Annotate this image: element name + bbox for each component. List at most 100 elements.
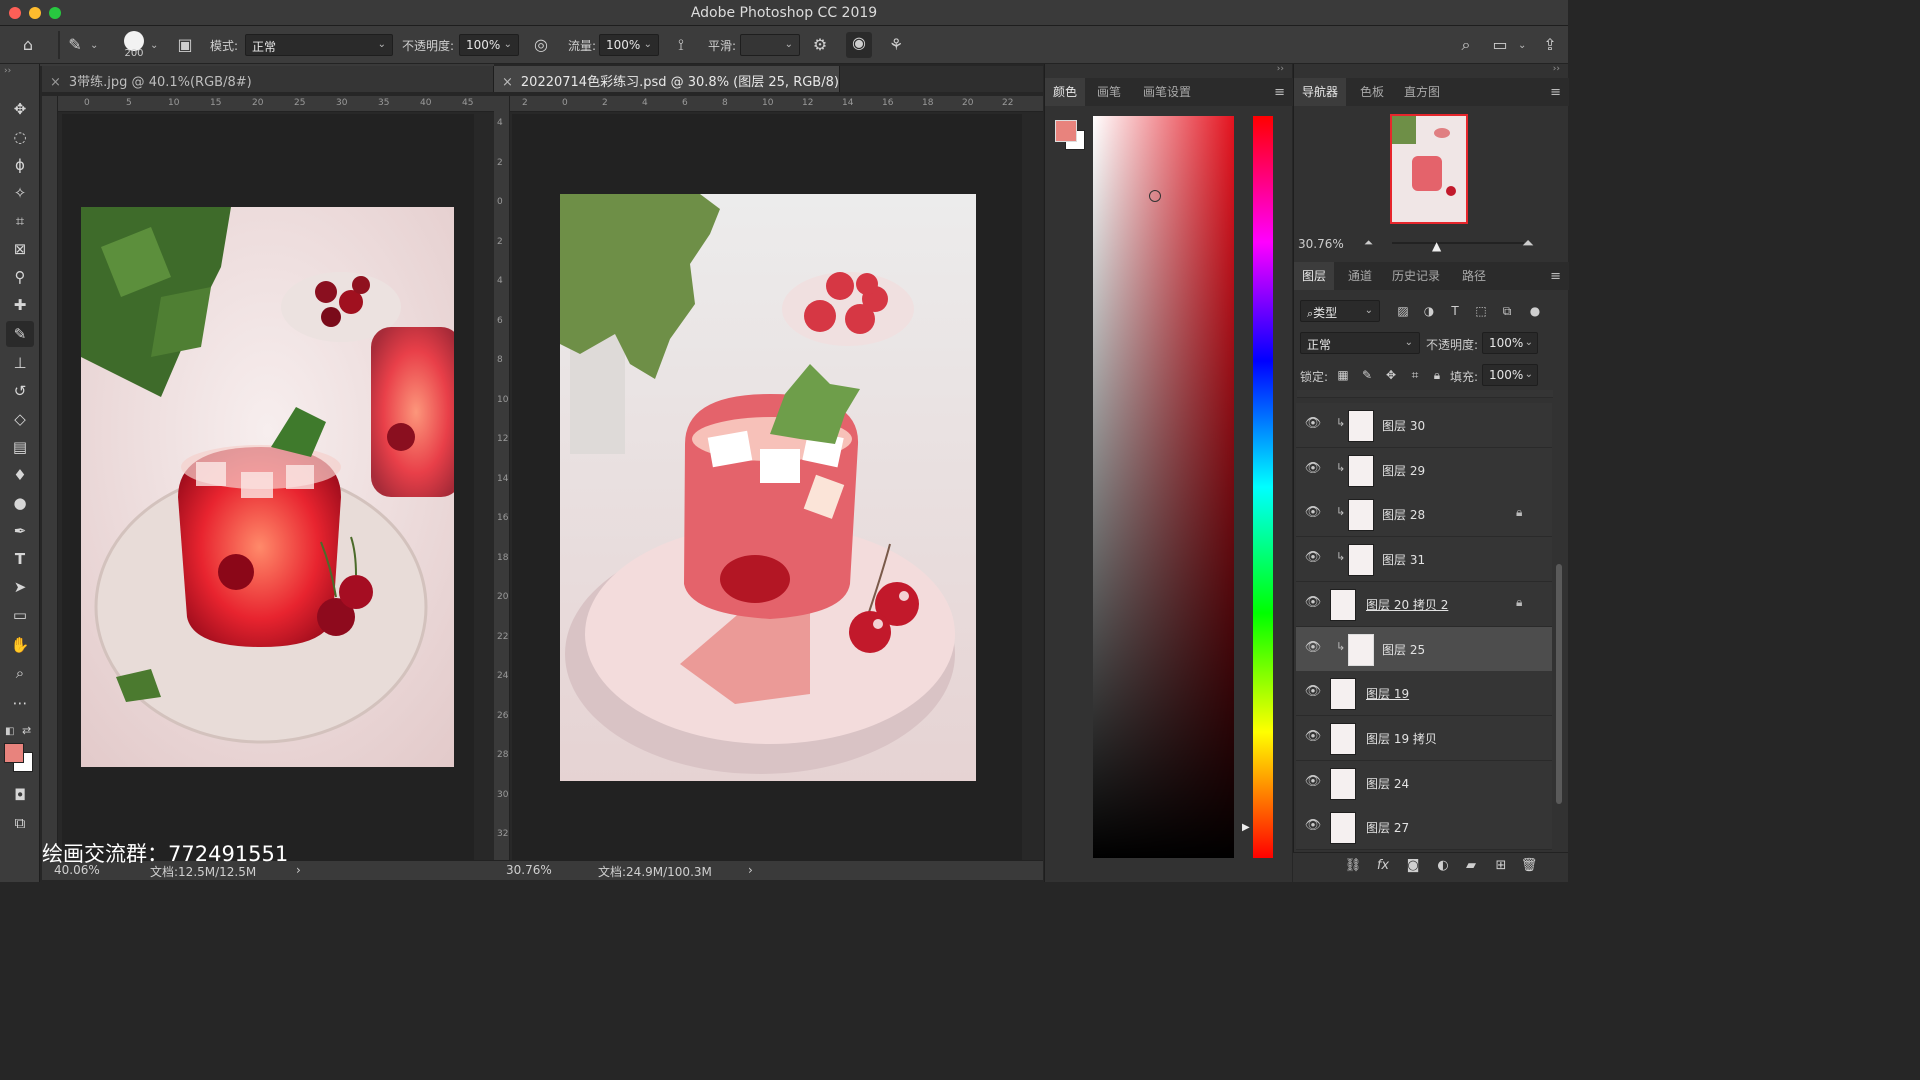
frame-tool-icon[interactable]: ⊠: [6, 236, 34, 262]
history-brush-tool-icon[interactable]: ↺: [6, 378, 34, 404]
fx-icon[interactable]: fx: [1373, 855, 1393, 877]
tab-color[interactable]: 颜色: [1045, 78, 1086, 106]
eye-icon[interactable]: 👁︎: [1304, 729, 1322, 744]
foreground-color-swatch[interactable]: [1055, 120, 1077, 142]
stamp-tool-icon[interactable]: ⊥: [6, 350, 34, 376]
hue-slider[interactable]: [1253, 116, 1273, 858]
eye-icon[interactable]: 👁︎: [1304, 595, 1322, 610]
add-mask-icon[interactable]: ◙: [1403, 855, 1423, 877]
new-layer-icon[interactable]: ⊞: [1491, 855, 1511, 877]
eye-icon[interactable]: 👁︎: [1304, 550, 1322, 565]
shape-filter-icon[interactable]: ⬚: [1472, 300, 1490, 322]
trash-icon[interactable]: 🗑︎: [1519, 855, 1539, 877]
blur-tool-icon[interactable]: ♦: [6, 462, 34, 488]
layer-row[interactable]: 👁︎ 图层 20 拷贝 2 🔒︎: [1296, 581, 1552, 627]
healing-brush-tool-icon[interactable]: ✚: [6, 292, 34, 318]
smart-object-filter-icon[interactable]: ⧉: [1498, 300, 1516, 322]
navigator-zoom[interactable]: 30.76%: [1298, 237, 1344, 251]
layer-thumbnail[interactable]: [1348, 544, 1374, 577]
panel-menu-icon[interactable]: ≡: [1550, 85, 1561, 100]
layer-opacity-input[interactable]: 100% ⌄: [1482, 332, 1538, 354]
document-tab-left[interactable]: × 3带练.jpg @ 40.1%(RGB/8#): [42, 66, 494, 92]
tab-channels[interactable]: 通道: [1340, 262, 1380, 290]
default-colors-icon[interactable]: ◧: [5, 726, 14, 737]
status-arrow-icon[interactable]: ›: [296, 863, 301, 877]
layer-name[interactable]: 图层 29: [1382, 462, 1425, 479]
brush-settings-toggle-icon[interactable]: ▣: [174, 34, 196, 56]
hand-tool-icon[interactable]: ✋: [6, 632, 34, 658]
smoothing-input[interactable]: ⌄: [740, 34, 800, 56]
layer-thumbnail[interactable]: [1330, 812, 1356, 845]
screen-mode-icon[interactable]: ⧉: [6, 810, 34, 836]
layer-thumbnail[interactable]: [1330, 678, 1356, 711]
home-icon[interactable]: ⌂: [16, 34, 40, 56]
move-tool-icon[interactable]: ✥: [6, 96, 34, 122]
collapse-icon[interactable]: ››: [1553, 64, 1560, 74]
mode-select[interactable]: 正常 ⌄: [245, 34, 393, 56]
airbrush-icon[interactable]: ⟟: [670, 34, 692, 56]
document-tab-right[interactable]: × 20220714色彩练习.psd @ 30.8% (图层 25, RGB/8): [494, 66, 840, 92]
brush-tool-icon[interactable]: ✎: [6, 321, 34, 347]
zoom-slider-handle[interactable]: ▲: [1432, 239, 1441, 253]
adjustment-filter-icon[interactable]: ◑: [1420, 300, 1438, 322]
type-filter-icon[interactable]: T: [1446, 300, 1464, 322]
navigator-preview[interactable]: [1390, 114, 1468, 224]
panel-menu-icon[interactable]: ≡: [1274, 85, 1285, 100]
layer-thumbnail[interactable]: [1348, 499, 1374, 532]
tab-history[interactable]: 历史记录: [1384, 262, 1448, 290]
hue-slider-handle[interactable]: ▶: [1242, 822, 1250, 833]
layer-name[interactable]: 图层 30: [1382, 417, 1425, 434]
eye-icon[interactable]: 👁︎: [1304, 774, 1322, 789]
layer-name[interactable]: 图层 25: [1382, 641, 1425, 658]
eye-icon[interactable]: 👁︎: [1304, 640, 1322, 655]
zoom-tool-icon[interactable]: ⌕: [6, 660, 34, 686]
panel-menu-icon[interactable]: ≡: [1550, 269, 1561, 284]
tab-paths[interactable]: 路径: [1454, 262, 1494, 290]
zoom-in-icon[interactable]: ⏶: [1522, 234, 1534, 252]
marquee-tool-icon[interactable]: ◌: [6, 124, 34, 150]
tab-navigator[interactable]: 导航器: [1294, 78, 1347, 106]
symmetry-icon[interactable]: ⚘: [884, 34, 908, 56]
quick-mask-icon[interactable]: ◘: [6, 782, 34, 808]
lock-artboard-icon[interactable]: ⌗: [1406, 364, 1424, 386]
color-picker-cursor[interactable]: [1149, 190, 1161, 202]
layer-name[interactable]: 图层 24: [1366, 775, 1409, 792]
layer-thumbnail[interactable]: [1348, 454, 1374, 487]
swap-colors-icon[interactable]: ⇄: [22, 724, 31, 737]
eye-icon[interactable]: 👁︎: [1304, 505, 1322, 520]
close-tab-icon[interactable]: ×: [502, 75, 513, 90]
adjustment-layer-icon[interactable]: ◐: [1433, 855, 1453, 877]
layer-name[interactable]: 图层 27: [1366, 819, 1409, 836]
tab-brush-settings[interactable]: 画笔设置: [1135, 78, 1199, 106]
layer-row[interactable]: 👁︎ ↳ 图层 31: [1296, 537, 1552, 583]
dodge-tool-icon[interactable]: ●: [6, 490, 34, 516]
gear-icon[interactable]: ⚙: [808, 34, 832, 56]
tab-layers[interactable]: 图层: [1294, 262, 1335, 290]
blend-mode-select[interactable]: 正常 ⌄: [1300, 332, 1420, 354]
eyedropper-tool-icon[interactable]: ⚲: [6, 264, 34, 290]
collapse-icon[interactable]: ››: [4, 66, 11, 76]
eye-icon[interactable]: 👁︎: [1304, 818, 1322, 833]
foreground-color-swatch[interactable]: [4, 743, 24, 763]
layer-row[interactable]: 👁︎ ↳ 图层 29: [1296, 447, 1552, 493]
tab-swatches[interactable]: 色板: [1352, 78, 1392, 106]
lasso-tool-icon[interactable]: ϕ: [6, 152, 34, 178]
pixel-filter-icon[interactable]: ▨: [1394, 300, 1412, 322]
layer-row[interactable]: 👁︎ 图层 19 拷贝: [1296, 715, 1552, 761]
zoom-readout[interactable]: 30.76%: [506, 863, 552, 877]
eraser-tool-icon[interactable]: ◇: [6, 406, 34, 432]
more-tools-icon[interactable]: ⋯: [6, 690, 34, 716]
layer-row[interactable]: 👁︎ 图层 27: [1296, 805, 1552, 851]
layer-row[interactable]: 👁︎ ↳ 图层 30: [1296, 403, 1552, 448]
layer-name[interactable]: 图层 31: [1382, 551, 1425, 568]
magic-wand-tool-icon[interactable]: ✧: [6, 180, 34, 206]
tab-brush[interactable]: 画笔: [1089, 78, 1129, 106]
lock-image-icon[interactable]: ✎: [1358, 364, 1376, 386]
close-tab-icon[interactable]: ×: [50, 75, 61, 90]
zoom-out-icon[interactable]: ⏶: [1364, 236, 1373, 250]
layer-thumbnail[interactable]: [1348, 633, 1374, 666]
eye-icon[interactable]: 👁︎: [1304, 461, 1322, 476]
layer-row[interactable]: 👁︎ 图层 24: [1296, 760, 1552, 806]
workspace-icon[interactable]: ▭: [1488, 34, 1512, 56]
lock-transparent-icon[interactable]: ▦: [1334, 364, 1352, 386]
